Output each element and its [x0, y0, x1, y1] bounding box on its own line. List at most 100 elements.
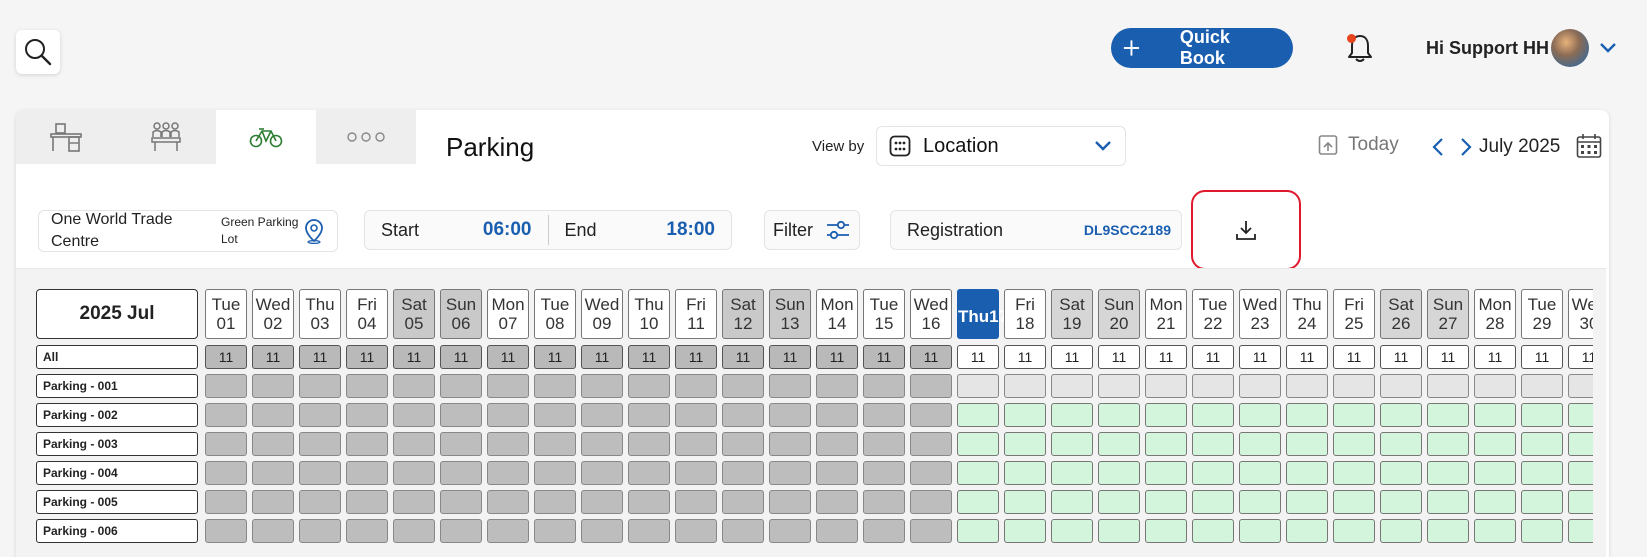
booking-slot[interactable]	[1568, 432, 1593, 456]
end-time-field[interactable]: End 18:00	[547, 215, 732, 245]
booking-slot[interactable]	[1051, 519, 1093, 543]
booking-slot[interactable]	[1521, 403, 1563, 427]
booking-slot[interactable]	[1568, 461, 1593, 485]
day-header[interactable]: Wed 16	[910, 289, 952, 339]
booking-slot[interactable]	[1380, 403, 1422, 427]
booking-slot[interactable]	[1474, 432, 1516, 456]
day-header[interactable]: Wed 02	[252, 289, 294, 339]
chevron-down-icon[interactable]	[1598, 40, 1618, 56]
day-header[interactable]: Tue 08	[534, 289, 576, 339]
booking-slot[interactable]	[1427, 432, 1469, 456]
day-header[interactable]: Tue 15	[863, 289, 905, 339]
booking-slot[interactable]	[1521, 490, 1563, 514]
booking-slot[interactable]	[1380, 461, 1422, 485]
booking-slot[interactable]	[1286, 403, 1328, 427]
booking-slot[interactable]	[957, 432, 999, 456]
day-header[interactable]: Sat 05	[393, 289, 435, 339]
day-header[interactable]: Fri 25	[1333, 289, 1375, 339]
day-header[interactable]: Thu 10	[628, 289, 670, 339]
booking-slot[interactable]	[957, 461, 999, 485]
booking-slot[interactable]	[1145, 432, 1187, 456]
booking-slot[interactable]	[1098, 490, 1140, 514]
day-header[interactable]: Sun 06	[440, 289, 482, 339]
booking-slot[interactable]	[1239, 403, 1281, 427]
day-header[interactable]: Thu 17	[957, 289, 1008, 339]
start-time-field[interactable]: Start 06:00	[365, 211, 548, 249]
booking-slot[interactable]	[1380, 432, 1422, 456]
booking-slot[interactable]	[1145, 490, 1187, 514]
booking-slot[interactable]	[1051, 490, 1093, 514]
location-selector[interactable]: One World Trade Centre Green Parking Lot	[38, 210, 338, 252]
today-button[interactable]: Today	[1318, 134, 1399, 156]
booking-slot[interactable]	[1474, 490, 1516, 514]
booking-slot[interactable]	[1427, 403, 1469, 427]
booking-slot[interactable]	[1333, 432, 1375, 456]
booking-slot[interactable]	[1192, 490, 1234, 514]
booking-slot[interactable]	[1474, 519, 1516, 543]
day-header[interactable]: Fri 18	[1004, 289, 1046, 339]
booking-slot[interactable]	[1239, 461, 1281, 485]
tab-desk[interactable]	[16, 110, 116, 164]
day-header[interactable]: Sun 20	[1098, 289, 1140, 339]
booking-slot[interactable]	[957, 490, 999, 514]
day-header[interactable]: Wed30	[1568, 289, 1593, 339]
day-header[interactable]: Mon 14	[816, 289, 858, 339]
day-header[interactable]: Thu 24	[1286, 289, 1328, 339]
booking-slot[interactable]	[1051, 432, 1093, 456]
booking-slot[interactable]	[1192, 432, 1234, 456]
booking-slot[interactable]	[1568, 519, 1593, 543]
day-header[interactable]: Sun 27	[1427, 289, 1469, 339]
booking-slot[interactable]	[1380, 490, 1422, 514]
avatar[interactable]	[1551, 29, 1589, 67]
day-header[interactable]: Sat 19	[1051, 289, 1093, 339]
booking-slot[interactable]	[1192, 519, 1234, 543]
day-header[interactable]: Wed 09	[581, 289, 623, 339]
registration-field[interactable]: Registration DL9SCC2189	[890, 210, 1182, 250]
booking-slot[interactable]	[1427, 461, 1469, 485]
booking-slot[interactable]	[1333, 461, 1375, 485]
booking-slot[interactable]	[1051, 461, 1093, 485]
day-header[interactable]: Mon 28	[1474, 289, 1516, 339]
day-header[interactable]: Sat 12	[722, 289, 764, 339]
booking-slot[interactable]	[1004, 432, 1046, 456]
tab-parking[interactable]	[216, 110, 316, 164]
download-button[interactable]	[1191, 190, 1301, 270]
booking-slot[interactable]	[957, 519, 999, 543]
booking-slot[interactable]	[1004, 461, 1046, 485]
day-header[interactable]: Tue 29	[1521, 289, 1563, 339]
booking-slot[interactable]	[1521, 461, 1563, 485]
notifications-button[interactable]	[1345, 32, 1375, 64]
day-header[interactable]: Sun 13	[769, 289, 811, 339]
booking-slot[interactable]	[1192, 461, 1234, 485]
booking-slot[interactable]	[1286, 461, 1328, 485]
calendar-icon[interactable]	[1576, 133, 1602, 159]
day-header[interactable]: Tue 01	[205, 289, 247, 339]
day-header[interactable]: Fri 04	[346, 289, 388, 339]
search-button[interactable]	[16, 30, 60, 74]
booking-slot[interactable]	[1004, 403, 1046, 427]
quick-book-button[interactable]: Quick Book	[1111, 27, 1293, 68]
booking-slot[interactable]	[1333, 490, 1375, 514]
booking-slot[interactable]	[1286, 490, 1328, 514]
booking-slot[interactable]	[1239, 432, 1281, 456]
booking-slot[interactable]	[1098, 461, 1140, 485]
booking-slot[interactable]	[1098, 519, 1140, 543]
booking-slot[interactable]	[1239, 490, 1281, 514]
booking-slot[interactable]	[957, 403, 999, 427]
filter-button[interactable]: Filter	[764, 210, 860, 250]
booking-slot[interactable]	[1380, 519, 1422, 543]
booking-slot[interactable]	[1239, 519, 1281, 543]
day-header[interactable]: Mon 07	[487, 289, 529, 339]
day-header[interactable]: Wed 23	[1239, 289, 1281, 339]
booking-slot[interactable]	[1145, 519, 1187, 543]
tab-more[interactable]	[316, 110, 416, 164]
day-header[interactable]: Mon 21	[1145, 289, 1187, 339]
day-header[interactable]: Fri 11	[675, 289, 717, 339]
booking-slot[interactable]	[1098, 432, 1140, 456]
tab-meeting-room[interactable]	[116, 110, 216, 164]
day-header[interactable]: Thu 03	[299, 289, 341, 339]
booking-slot[interactable]	[1521, 432, 1563, 456]
booking-slot[interactable]	[1427, 519, 1469, 543]
chevron-right-icon[interactable]	[1458, 136, 1474, 158]
booking-slot[interactable]	[1521, 519, 1563, 543]
